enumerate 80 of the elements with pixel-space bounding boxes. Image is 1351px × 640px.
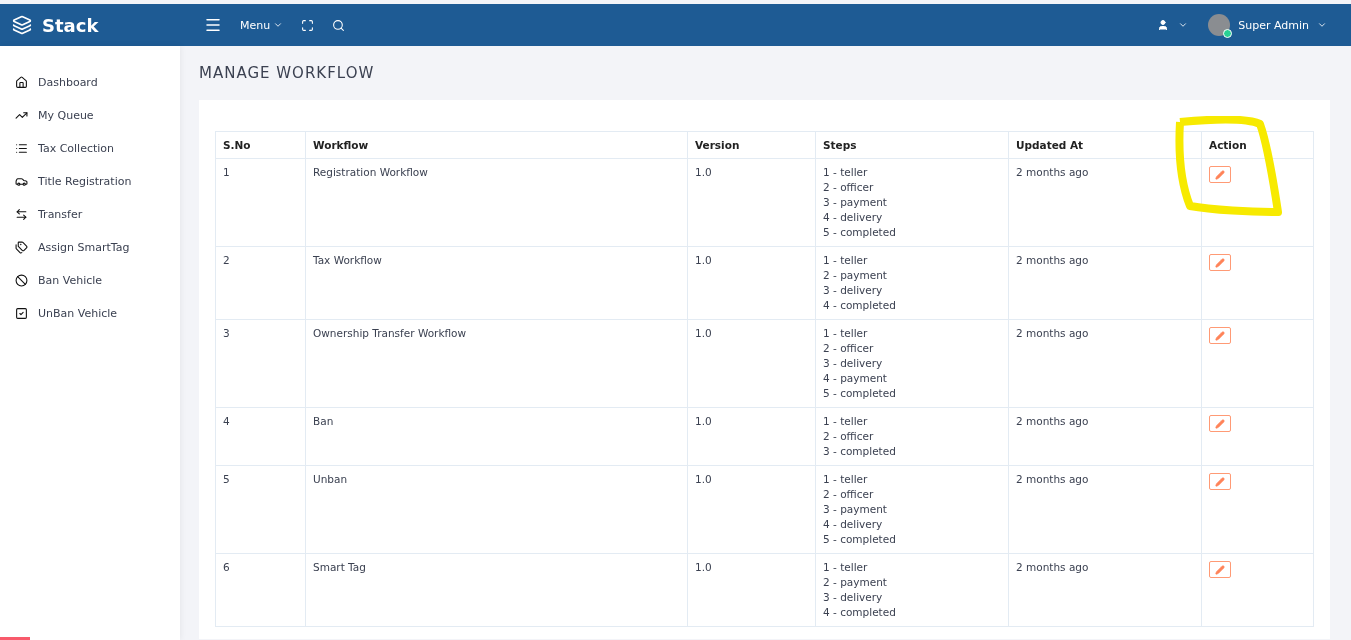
column-header: Updated At [1008,131,1202,159]
column-header: Steps [815,131,1009,159]
column-header: S.No [215,131,306,159]
menu-dropdown[interactable]: Menu [240,18,284,32]
column-header: Version [687,131,816,159]
table-cell: 4 [215,407,306,466]
table-cell: 1.0 [687,553,816,627]
car-icon [15,175,28,188]
sidebar-item[interactable]: Title Registration [0,165,180,198]
sidebar-item[interactable]: My Queue [0,99,180,132]
chevron-down-icon [1178,20,1189,30]
sidebar-item[interactable]: Transfer [0,198,180,231]
edit-button[interactable] [1209,561,1231,578]
menu-label: Menu [240,18,271,32]
sidebar-item[interactable]: Assign SmartTag [0,231,180,264]
user-dropdown[interactable] [1157,19,1189,31]
table-cell: Smart Tag [305,553,688,627]
sidebar-item[interactable]: Ban Vehicle [0,264,180,297]
table-cell: Unban [305,465,688,554]
sidebar-item[interactable]: Tax Collection [0,132,180,165]
table-cell: 1.0 [687,407,816,466]
chevron-down-icon [1317,20,1327,30]
table-cell: 2 months ago [1008,158,1202,247]
steps-cell: 1 - teller 2 - payment 3 - delivery 4 - completed [815,553,1009,627]
steps-cell: 1 - teller 2 - officer 3 - payment 4 - delivery 5 - completed [815,158,1009,247]
page-title: MANAGE WORKFLOW [199,64,376,82]
table-cell: Registration Workflow [305,158,688,247]
pencil-icon [1215,564,1225,575]
fullscreen-icon[interactable] [301,18,315,32]
trend-line-icon [15,109,28,122]
table-cell: 1.0 [687,246,816,320]
column-header: Action [1201,131,1314,159]
ban-icon [15,274,28,287]
table-cell: 1.0 [687,465,816,554]
chevron-down-icon [273,20,284,30]
sidebar-item[interactable]: Dashboard [0,66,180,99]
accent-bar [0,637,30,640]
steps-cell: 1 - teller 2 - officer 3 - completed [815,407,1009,466]
table-cell: 2 months ago [1008,246,1202,320]
table-cell: 1.0 [687,158,816,247]
table-cell: Tax Workflow [305,246,688,320]
pencil-icon [1215,257,1225,268]
pencil-icon [1215,330,1225,341]
tags-icon [15,241,28,254]
table-cell: 6 [215,553,306,627]
edit-button[interactable] [1209,254,1231,271]
swap-arrows-icon [15,208,28,221]
table-cell: Ban [305,407,688,466]
user-name: Super Admin [1238,18,1309,32]
steps-cell: 1 - teller 2 - officer 3 - payment 4 - delivery 5 - completed [815,465,1009,554]
logo-icon [12,15,32,35]
table-cell: 2 months ago [1008,465,1202,554]
table-cell: 2 months ago [1008,553,1202,627]
table-cell: 2 [215,246,306,320]
table-cell: 3 [215,319,306,408]
list-icon [15,142,28,155]
sidebar-item[interactable]: UnBan Vehicle [0,297,180,330]
profile-menu[interactable]: Super Admin [1208,14,1327,36]
steps-cell: 1 - teller 2 - officer 3 - delivery 4 - payment 5 - completed [815,319,1009,408]
pencil-icon [1215,476,1225,487]
search-icon[interactable] [332,18,346,32]
pencil-icon [1215,418,1225,429]
table-cell: 1.0 [687,319,816,408]
steps-cell: 1 - teller 2 - payment 3 - delivery 4 - completed [815,246,1009,320]
edit-button[interactable] [1209,473,1231,490]
column-header: Workflow [305,131,688,159]
user-icon [1157,19,1170,31]
checkbox-icon [15,307,28,320]
menu-icon[interactable] [204,16,222,34]
edit-button[interactable] [1209,166,1231,183]
table-cell: 2 months ago [1008,319,1202,408]
table-cell: 2 months ago [1008,407,1202,466]
brand-name: Stack [42,14,99,36]
pencil-icon [1215,169,1225,180]
home-icon [15,76,28,89]
table-cell: 1 [215,158,306,247]
table-cell: 5 [215,465,306,554]
edit-button[interactable] [1209,415,1231,432]
table-cell: Ownership Transfer Workflow [305,319,688,408]
edit-button[interactable] [1209,327,1231,344]
